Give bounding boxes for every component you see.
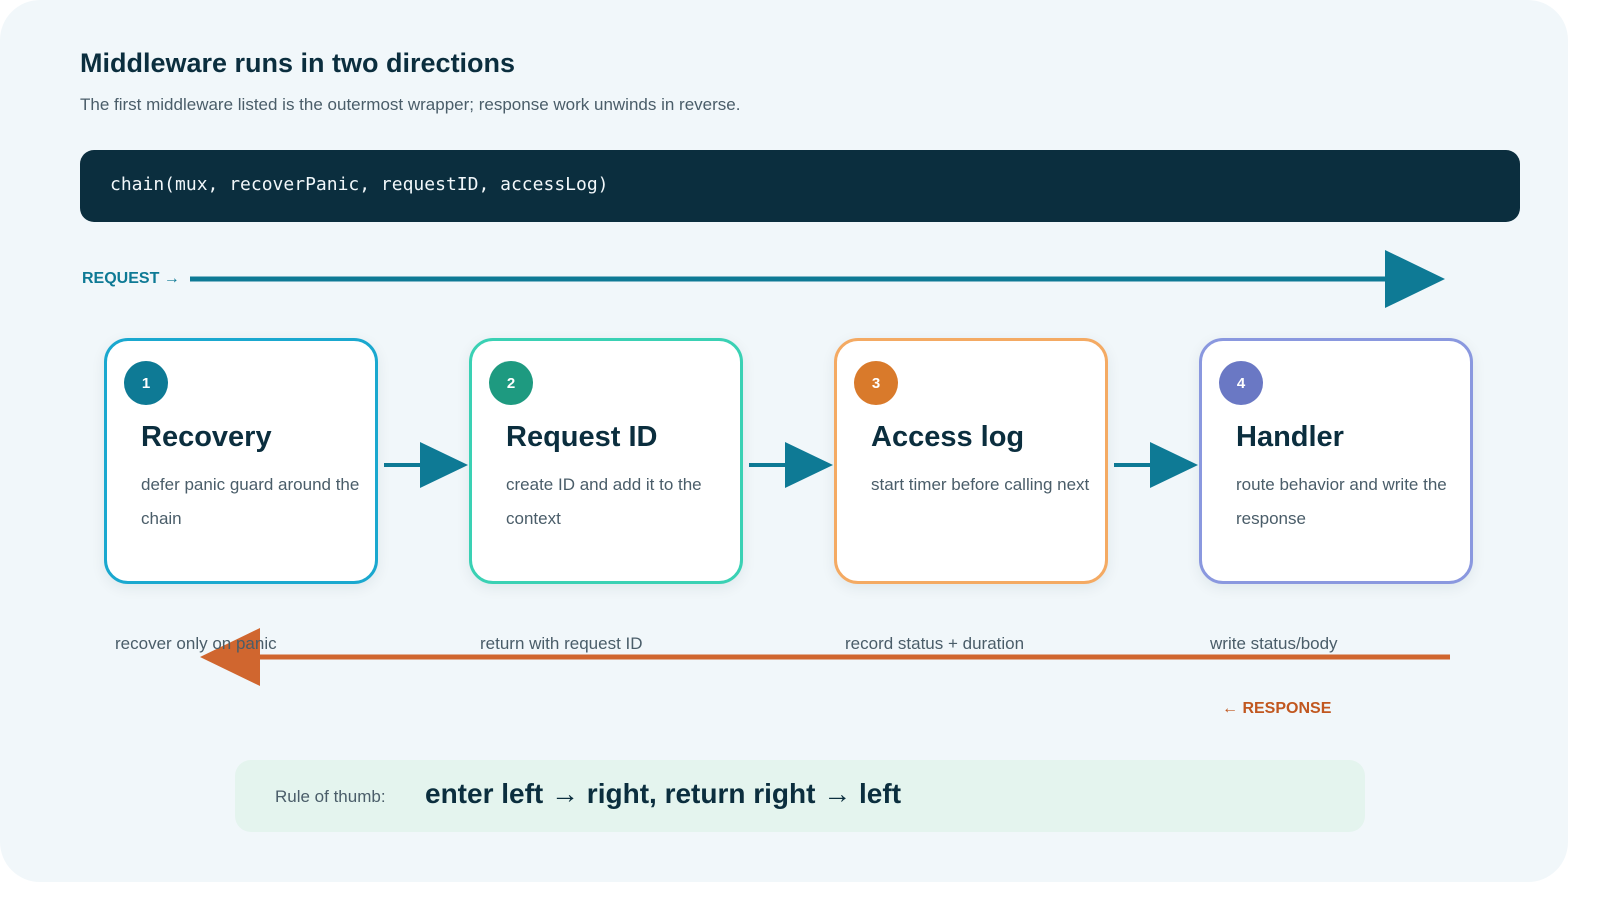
step-title: Request ID bbox=[506, 421, 658, 453]
connector-arrow-3-4 bbox=[1114, 442, 1198, 488]
diagram-card: Middleware runs in two directions The fi… bbox=[0, 0, 1568, 882]
response-label: ← RESPONSE bbox=[1222, 700, 1332, 717]
step-number-badge: 3 bbox=[854, 361, 898, 405]
connector-arrow-1-2 bbox=[384, 442, 468, 488]
step-card-access-log: 3 Access log start timer before calling … bbox=[834, 338, 1108, 584]
rule-label: Rule of thumb: bbox=[275, 787, 386, 806]
request-label: REQUEST → bbox=[82, 270, 180, 287]
step-number-badge: 4 bbox=[1219, 361, 1263, 405]
connector-arrow-2-3 bbox=[749, 442, 833, 488]
step-description: create ID and add it to the context bbox=[506, 475, 702, 528]
step-title: Handler bbox=[1236, 421, 1344, 453]
response-note-recovery: recover only on panic bbox=[115, 634, 277, 653]
step-description: route behavior and write the response bbox=[1236, 475, 1447, 528]
step-number-badge: 2 bbox=[489, 361, 533, 405]
response-note-request-id: return with request ID bbox=[480, 634, 643, 653]
step-title: Access log bbox=[871, 421, 1025, 453]
step-description: defer panic guard around the chain bbox=[141, 475, 360, 528]
step-card-request-id: 2 Request ID create ID and add it to the… bbox=[469, 338, 743, 584]
response-note-access-log: record status + duration bbox=[845, 634, 1025, 653]
rule-of-thumb-panel: Rule of thumb: enter left → right, retur… bbox=[235, 760, 1365, 832]
step-card-handler: 4 Handler route behavior and write the r… bbox=[1199, 338, 1473, 584]
step-description: start timer before calling next bbox=[871, 475, 1090, 494]
rule-text: enter left → right, return right → left bbox=[425, 778, 902, 809]
response-note-handler: write status/body bbox=[1210, 634, 1338, 653]
step-number-badge: 1 bbox=[124, 361, 168, 405]
step-title: Recovery bbox=[141, 421, 272, 453]
step-card-recovery: 1 Recovery defer panic guard around the … bbox=[104, 338, 378, 584]
request-arrowhead bbox=[1385, 250, 1445, 308]
